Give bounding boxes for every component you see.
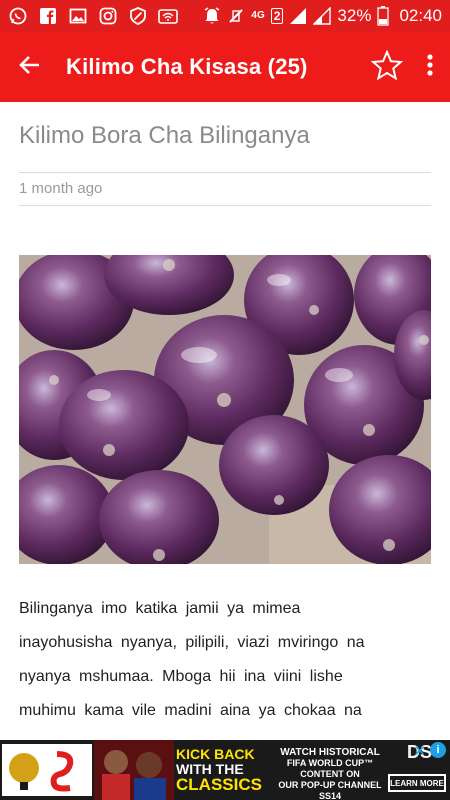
- ad-headline: KICK BACK WITH THE CLASSICS: [176, 746, 262, 794]
- instagram-icon: [98, 6, 118, 26]
- overflow-menu-button[interactable]: [410, 32, 450, 102]
- ad-learn-more-button[interactable]: LEARN MORE: [388, 774, 446, 792]
- article-content[interactable]: Kilimo Bora Cha Bilinganya 1 month ago B…: [0, 102, 450, 740]
- clock: 02:40: [399, 6, 442, 25]
- sim-slot-badge: 2: [270, 8, 284, 24]
- article-image: [19, 255, 431, 564]
- body-line: inayohusisha nyanya, pilipili, viazi mvi…: [19, 634, 365, 651]
- ad-banner[interactable]: KICK BACK WITH THE CLASSICS WATCH HISTOR…: [0, 740, 450, 800]
- signal-2-icon: [313, 7, 332, 25]
- vibrate-icon: [227, 7, 245, 25]
- body-line: nyanya mshumaa. Mboga hii ina viini lish…: [19, 668, 343, 685]
- app-bar: Kilimo Cha Kisasa (25): [0, 32, 450, 102]
- article-body: Bilinganya imo katika jamii ya mimea ina…: [19, 592, 431, 728]
- signal-icon: [289, 7, 307, 25]
- star-outline-icon: [370, 48, 404, 85]
- body-line: Bilinganya imo katika jamii ya mimea: [19, 600, 301, 617]
- ad-players-image: [94, 740, 174, 800]
- favorite-button[interactable]: [364, 32, 410, 102]
- ad-close-icon[interactable]: ✕: [413, 742, 426, 760]
- app-title: Kilimo Cha Kisasa (25): [66, 54, 308, 79]
- system-status: 4G 2 32% 02:40: [203, 6, 442, 26]
- notification-icons: [8, 6, 178, 26]
- title-divider: [19, 172, 431, 173]
- back-button[interactable]: [0, 32, 60, 102]
- alarm-icon: [203, 7, 221, 25]
- gallery-icon: [68, 6, 88, 26]
- ad-info-icon[interactable]: i: [430, 742, 446, 758]
- facebook-icon: [38, 6, 58, 26]
- body-line: muhimu kama vile madini aina ya chokaa n…: [19, 702, 362, 719]
- whatsapp-icon: [8, 6, 28, 26]
- ad-text: WATCH HISTORICAL FIFA WORLD CUP™ CONTENT…: [278, 747, 382, 800]
- network-type-label: 4G: [251, 10, 265, 21]
- more-vert-icon: [426, 53, 434, 82]
- status-bar: 4G 2 32% 02:40: [0, 0, 450, 32]
- ad-logo: [2, 744, 92, 796]
- date-divider: [19, 205, 431, 206]
- arrow-back-icon: [18, 53, 42, 82]
- shield-icon: [128, 6, 148, 26]
- battery-icon: [377, 6, 390, 26]
- wifi-icon: [158, 6, 178, 26]
- article-date: 1 month ago: [19, 180, 103, 197]
- battery-percent: 32%: [337, 6, 372, 25]
- article-title: Kilimo Bora Cha Bilinganya: [19, 122, 310, 149]
